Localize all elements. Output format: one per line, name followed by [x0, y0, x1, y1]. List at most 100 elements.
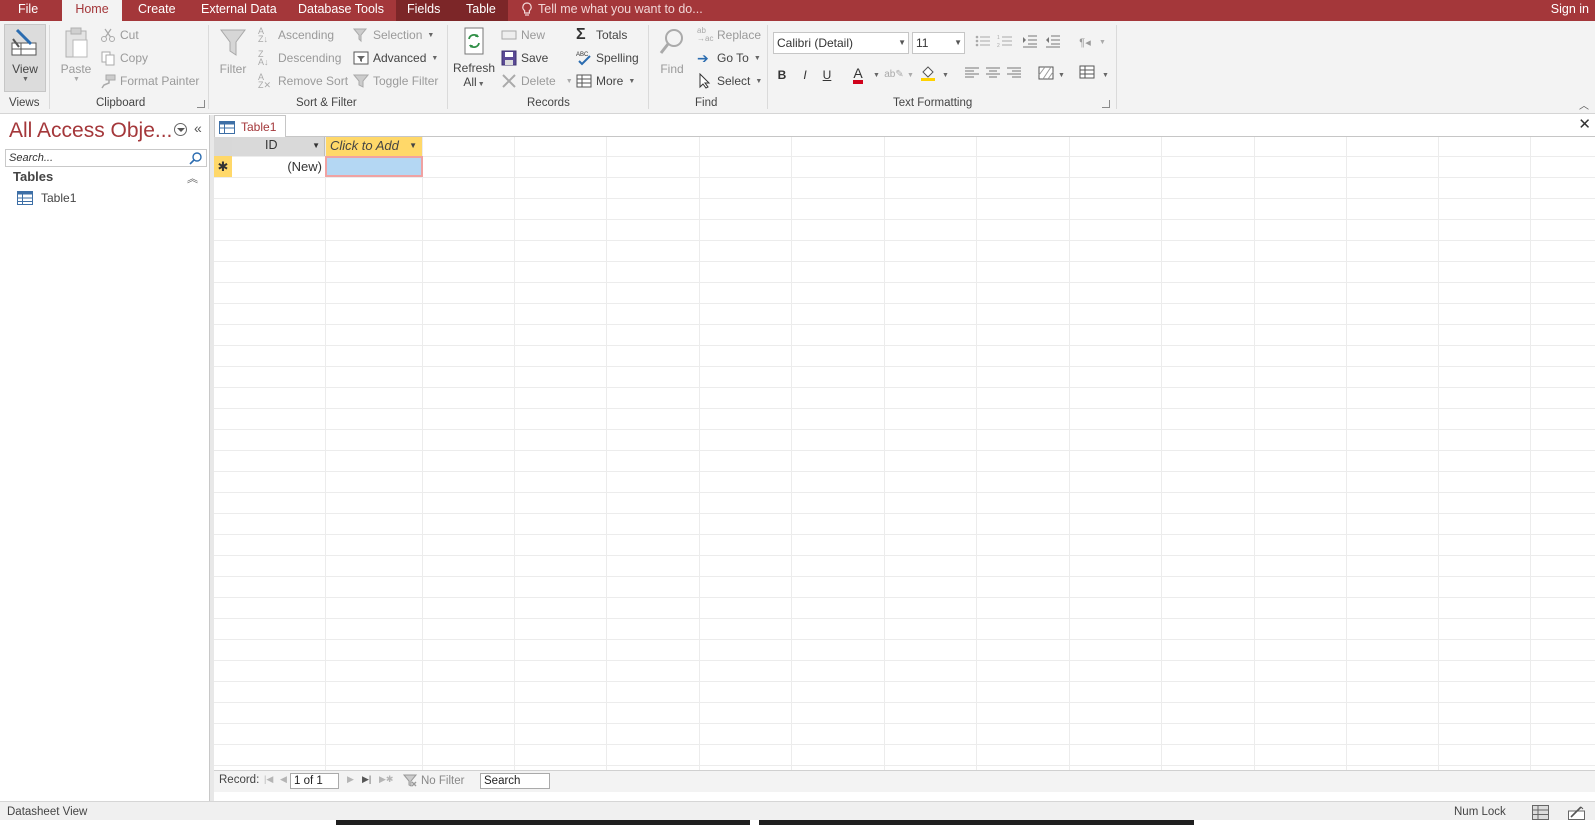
datasheet-view-icon[interactable]: [1532, 805, 1549, 820]
background-color-button[interactable]: [918, 65, 938, 85]
bold-button[interactable]: B: [772, 65, 792, 85]
tell-me-text: Tell me what you want to do...: [538, 2, 703, 16]
delete-button[interactable]: Delete ▼: [501, 71, 573, 91]
sort-descending-icon: Z A↓: [258, 49, 269, 67]
more-button[interactable]: More ▼: [576, 71, 635, 91]
sign-in-link[interactable]: Sign in: [1551, 0, 1589, 18]
tab-file[interactable]: File: [18, 0, 38, 21]
last-record-icon[interactable]: ▶|: [362, 774, 371, 785]
filter-status[interactable]: No Filter: [403, 774, 464, 787]
decrease-indent-button[interactable]: [1043, 33, 1063, 53]
underline-button[interactable]: U: [817, 65, 837, 85]
first-record-icon[interactable]: |◀: [264, 774, 273, 785]
group-divider: [767, 25, 768, 109]
tab-create[interactable]: Create: [138, 0, 176, 21]
group-divider: [648, 25, 649, 109]
text-formatting-dialog-launcher[interactable]: [1102, 100, 1110, 108]
tab-fields[interactable]: Fields: [407, 0, 440, 21]
cell-click-to-add-selected[interactable]: [325, 156, 423, 177]
alternate-row-color-button[interactable]: [1036, 65, 1056, 85]
copy-button[interactable]: Copy: [100, 48, 148, 68]
chevron-down-icon[interactable]: ▼: [312, 141, 320, 150]
nav-item-label: Table1: [41, 191, 77, 205]
chevron-down-icon[interactable]: ▼: [409, 141, 417, 150]
align-left-icon: [965, 67, 979, 78]
highlight-color-button[interactable]: ab✎: [884, 65, 904, 85]
new-record-selector[interactable]: ✱: [214, 156, 232, 177]
clipboard-dialog-launcher[interactable]: [197, 100, 205, 108]
descending-button[interactable]: Z A↓ Descending: [258, 48, 341, 68]
toggle-filter-button[interactable]: Toggle Filter: [353, 71, 438, 91]
nav-pane-title[interactable]: All Access Obje...: [9, 119, 172, 143]
cell-id-new[interactable]: (New): [232, 156, 325, 177]
increase-indent-button[interactable]: [1020, 33, 1040, 53]
document-tab-table1[interactable]: Table1: [214, 115, 286, 138]
cut-button[interactable]: Cut: [100, 25, 139, 45]
tab-external-data[interactable]: External Data: [201, 0, 277, 21]
font-color-button[interactable]: A: [848, 63, 868, 84]
group-divider: [49, 25, 50, 109]
paintbrush-icon: [101, 74, 116, 89]
view-button[interactable]: View ▼: [4, 24, 46, 92]
nav-pane-menu-icon[interactable]: [174, 123, 187, 136]
group-divider: [208, 25, 209, 109]
numbering-button[interactable]: 12: [995, 33, 1015, 53]
magnifier-icon: [659, 29, 683, 54]
font-name-combo[interactable]: Calibri (Detail) ▼: [773, 32, 909, 54]
grid-row-line: [214, 198, 1595, 199]
gridlines-button[interactable]: [1077, 65, 1097, 85]
format-painter-button[interactable]: Format Painter: [100, 71, 199, 91]
save-button[interactable]: Save: [501, 48, 548, 68]
filter-button[interactable]: Filter: [215, 27, 251, 76]
copy-icon: [101, 51, 115, 66]
align-center-button[interactable]: [983, 65, 1003, 85]
find-button[interactable]: Find: [654, 27, 690, 76]
document-tab-label: Table1: [241, 120, 277, 134]
nav-group-tables[interactable]: Tables: [13, 169, 53, 184]
tell-me-box[interactable]: Tell me what you want to do...: [521, 0, 703, 21]
align-right-button[interactable]: [1004, 65, 1024, 85]
selection-button[interactable]: Selection ▼: [353, 25, 434, 45]
new-record-button[interactable]: New: [501, 25, 545, 45]
record-search-input[interactable]: Search: [480, 773, 550, 789]
font-size-combo[interactable]: 11 ▼: [912, 32, 965, 54]
remove-sort-button[interactable]: A Z✕ Remove Sort: [258, 71, 348, 91]
totals-button[interactable]: Σ Totals: [576, 25, 627, 45]
text-direction-button[interactable]: ¶◂: [1075, 33, 1095, 53]
next-record-icon[interactable]: ▶: [347, 774, 354, 785]
close-icon[interactable]: ✕: [1578, 115, 1591, 133]
nav-item-table1[interactable]: Table1: [17, 189, 76, 207]
advanced-button[interactable]: Advanced ▼: [353, 48, 438, 68]
nav-search-input[interactable]: Search...: [5, 149, 207, 167]
previous-record-icon[interactable]: ◀: [280, 774, 287, 785]
bullets-button[interactable]: [973, 33, 993, 53]
spelling-button[interactable]: ABC Spelling: [576, 48, 639, 68]
design-view-icon[interactable]: [1568, 805, 1585, 820]
collapse-ribbon-icon[interactable]: ︿: [1579, 97, 1589, 112]
shutter-bar-close-icon[interactable]: «: [194, 120, 202, 136]
column-header-id[interactable]: ID ▼: [232, 137, 325, 156]
group-label-records: Records: [527, 97, 570, 109]
grid-column-line: [422, 137, 423, 771]
paste-button[interactable]: Paste ▼: [58, 27, 94, 83]
tab-database-tools[interactable]: Database Tools: [298, 0, 384, 21]
tab-home[interactable]: Home: [62, 0, 122, 21]
group-label-sort-filter: Sort & Filter: [296, 97, 357, 109]
select-button[interactable]: Select ▼: [697, 71, 762, 91]
italic-button[interactable]: I: [795, 65, 815, 85]
search-icon[interactable]: [189, 151, 203, 165]
select-all-corner[interactable]: [214, 137, 232, 156]
group-label-views: Views: [9, 97, 40, 109]
replace-button[interactable]: ab →ac Replace: [697, 25, 761, 45]
align-left-button[interactable]: [962, 65, 982, 85]
ascending-button[interactable]: A Z↓ Ascending: [258, 25, 334, 45]
new-record-icon[interactable]: ▶✱: [379, 774, 393, 785]
grid-column-line: [976, 137, 977, 771]
refresh-all-button[interactable]: Refresh All▼: [452, 26, 496, 89]
goto-button[interactable]: ➔ Go To ▼: [697, 48, 761, 68]
collapse-group-icon[interactable]: ︽: [187, 170, 198, 186]
tab-table[interactable]: Table: [466, 0, 496, 21]
current-record-input[interactable]: 1 of 1: [290, 773, 339, 789]
column-header-click-to-add[interactable]: Click to Add ▼: [326, 137, 422, 156]
grid-row-line: [214, 513, 1595, 514]
